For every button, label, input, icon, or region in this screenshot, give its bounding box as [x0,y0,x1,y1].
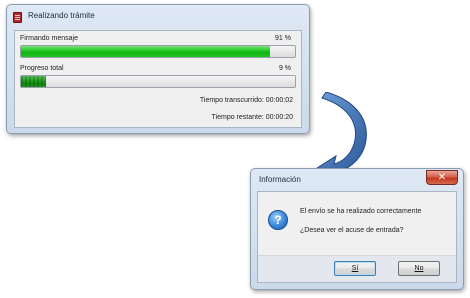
progress-window-content: Firmando mensaje 91 % Progreso total 9 %… [14,30,302,128]
info-dialog: Información ✕ ? El envío se ha realizado… [250,168,464,290]
button-area: Sí No [258,255,456,282]
no-button-label: No [414,265,424,272]
signing-progress-fill [21,46,271,57]
dialog-title: Información [259,175,301,184]
elapsed-time: Tiempo transcurrido: 00:00:02 [199,97,293,104]
signing-progress-bar [20,45,296,58]
no-button[interactable]: No [398,261,440,276]
message-line-2: ¿Desea ver el acuse de entrada? [300,227,404,234]
yes-button-label: Sí [351,265,359,272]
progress-window: Realizando trámite Firmando mensaje 91 %… [6,4,310,134]
progress-window-title: Realizando trámite [28,11,95,20]
dialog-content: ? El envío se ha realizado correctamente… [257,191,457,283]
message-line-1: El envío se ha realizado correctamente [300,208,422,215]
total-label: Progreso total [20,65,64,72]
signing-label: Firmando mensaje [20,35,78,42]
close-button[interactable]: ✕ [426,170,458,185]
question-mark: ? [274,213,282,227]
question-icon: ? [268,210,288,230]
total-progress-bar [20,75,296,88]
total-percent: 9 % [278,65,291,72]
yes-button[interactable]: Sí [334,261,376,276]
remaining-time: Tiempo restante: 00:00:20 [211,114,293,121]
progress-window-titlebar[interactable]: Realizando trámite [7,5,309,29]
close-icon: ✕ [437,172,447,183]
signing-percent: 91 % [275,35,291,42]
total-progress-fill [21,76,46,87]
app-icon [13,12,22,23]
